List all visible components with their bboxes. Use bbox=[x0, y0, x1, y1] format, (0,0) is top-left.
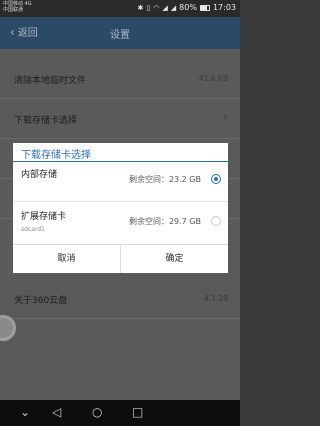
recents-icon[interactable]: □ bbox=[132, 405, 143, 419]
setting-label: 关于360云盘 bbox=[14, 296, 68, 306]
carrier-secondary: 中国联通 bbox=[3, 7, 24, 13]
chevron-down-icon[interactable]: ⌄ bbox=[20, 405, 30, 419]
option-sd-card[interactable]: 扩展存储卡 sdcard1 剩余空间：29.7 GB bbox=[13, 205, 228, 241]
signal-icon-2: ◢ bbox=[170, 4, 177, 12]
option-name: 扩展存储卡 bbox=[21, 212, 67, 222]
status-bar: 中国移动 4G 中国联通 ✱ ▯ ◠ ◢ ◢ 80% 17:03 bbox=[0, 0, 240, 17]
cancel-button[interactable]: 取消 bbox=[13, 245, 120, 273]
setting-value: 4.1.29 bbox=[204, 294, 228, 303]
radio-unselected-icon[interactable] bbox=[211, 216, 221, 226]
signal-icon: ◢ bbox=[162, 4, 168, 12]
dialog-title: 下载存储卡选择 bbox=[21, 150, 91, 161]
setting-label: 下载存储卡选择 bbox=[14, 116, 78, 126]
battery-icon bbox=[199, 5, 210, 11]
title-divider bbox=[13, 161, 228, 162]
option-subtitle: sdcard1 bbox=[21, 226, 45, 233]
radio-selected-icon[interactable] bbox=[211, 174, 221, 184]
status-indicators: ✱ ▯ ◠ ◢ ◢ 80% 17:03 bbox=[138, 3, 236, 13]
setting-about[interactable]: 关于360云盘 4.1.29 bbox=[0, 279, 240, 319]
page-title: 设置 bbox=[110, 30, 130, 41]
chevron-right-icon: › bbox=[223, 110, 228, 124]
option-divider bbox=[13, 201, 228, 202]
wifi-icon: ◠ bbox=[153, 4, 160, 12]
setting-label: 清除本地临时文件 bbox=[14, 76, 87, 86]
vibrate-icon: ▯ bbox=[146, 4, 151, 12]
home-icon[interactable]: ○ bbox=[92, 405, 102, 419]
setting-storage-select[interactable]: 下载存储卡选择 › bbox=[0, 99, 240, 139]
carrier-info: 中国移动 4G 中国联通 bbox=[3, 1, 32, 13]
battery-percent: 80% bbox=[179, 3, 197, 12]
navigation-bar: ⌄ ◁ ○ □ bbox=[0, 400, 240, 426]
option-free-space: 剩余空间：23.2 GB bbox=[128, 175, 201, 184]
storage-dialog: 下载存储卡选择 内部存储 剩余空间：23.2 GB 扩展存储卡 sdcard1 … bbox=[13, 143, 228, 273]
setting-value: 41.6 KB bbox=[198, 74, 228, 83]
option-internal-storage[interactable]: 内部存储 剩余空间：23.2 GB bbox=[13, 163, 228, 199]
option-name: 内部存储 bbox=[21, 170, 58, 180]
back-nav-icon[interactable]: ◁ bbox=[52, 405, 61, 419]
clock: 17:03 bbox=[212, 3, 236, 12]
option-free-space: 剩余空间：29.7 GB bbox=[128, 217, 201, 226]
setting-clear-cache[interactable]: 清除本地临时文件 41.6 KB bbox=[0, 59, 240, 99]
confirm-button[interactable]: 确定 bbox=[121, 245, 228, 273]
app-bar: ‹ 返回 设置 bbox=[0, 17, 240, 49]
bluetooth-icon: ✱ bbox=[137, 4, 144, 12]
